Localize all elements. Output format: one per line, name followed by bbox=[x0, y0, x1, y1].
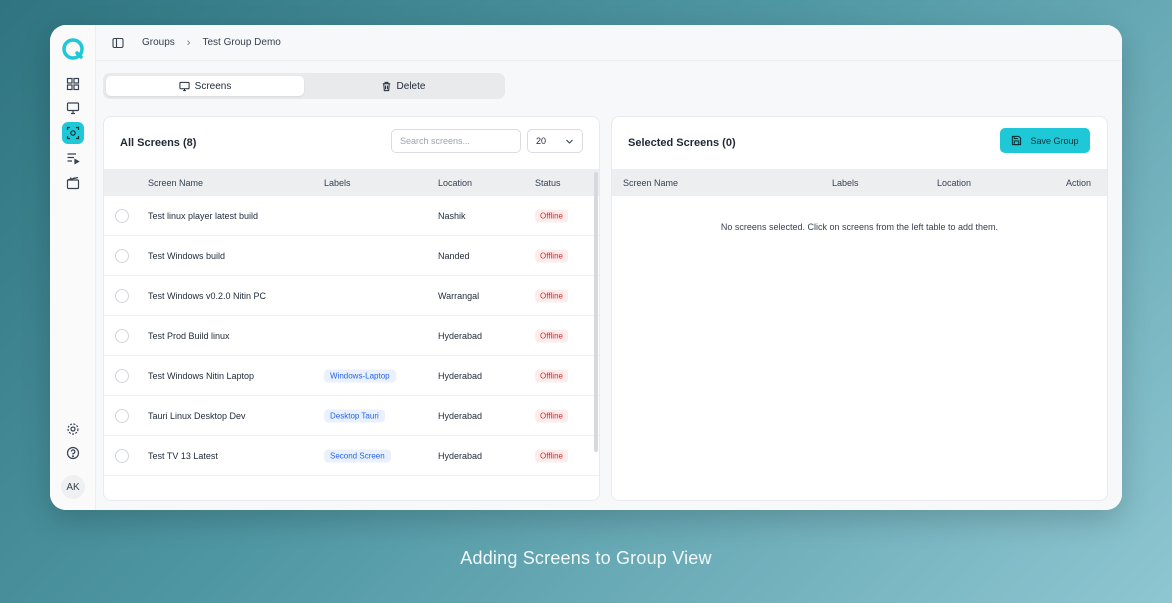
column-header-name[interactable]: Screen Name bbox=[148, 178, 203, 188]
screen-location: Nashik bbox=[438, 210, 466, 221]
all-screens-panel: All Screens (8) 20 Screen Name Labels Lo… bbox=[103, 116, 600, 501]
row-select-radio[interactable] bbox=[115, 288, 129, 303]
sidebar: AK bbox=[50, 25, 96, 510]
save-icon bbox=[1012, 135, 1022, 146]
screen-location: Hyderabad bbox=[438, 370, 483, 381]
search-input[interactable] bbox=[400, 136, 512, 146]
save-group-button[interactable]: Save Group bbox=[1000, 128, 1090, 153]
search-box bbox=[391, 129, 521, 153]
screen-name: Test Windows v0.2.0 Nitin PC bbox=[148, 290, 267, 301]
row-select-radio[interactable] bbox=[115, 208, 129, 223]
help-icon[interactable] bbox=[62, 442, 84, 464]
monitor-icon[interactable] bbox=[62, 97, 84, 119]
screen-name: Test TV 13 Latest bbox=[148, 450, 218, 461]
screen-name: Test linux player latest build bbox=[148, 210, 259, 221]
label-chip: Desktop Tauri bbox=[324, 409, 385, 422]
scrollbar[interactable] bbox=[594, 172, 598, 452]
screen-location: Warrangal bbox=[438, 290, 480, 301]
status-badge: Offline bbox=[535, 249, 568, 262]
column-header-labels: Labels bbox=[832, 177, 859, 188]
save-group-label: Save Group bbox=[1030, 135, 1079, 146]
breadcrumb-groups-link[interactable]: Groups bbox=[142, 37, 175, 48]
sidebar-toggle-icon[interactable] bbox=[112, 37, 124, 49]
media-icon[interactable] bbox=[62, 172, 84, 194]
settings-icon[interactable] bbox=[62, 418, 84, 440]
table-header: Screen Name Labels Location Status bbox=[104, 169, 599, 196]
table-row[interactable]: Test Windows build Nanded Offline bbox=[104, 236, 599, 276]
row-select-radio[interactable] bbox=[115, 368, 129, 383]
column-header-location[interactable]: Location bbox=[438, 178, 472, 188]
row-select-radio[interactable] bbox=[115, 448, 129, 463]
screen-location: Hyderabad bbox=[438, 410, 483, 421]
tab-screens[interactable]: Screens bbox=[106, 76, 304, 96]
table-row[interactable]: Test Prod Build linux Hyderabad Offline bbox=[104, 316, 599, 356]
column-header-labels[interactable]: Labels bbox=[324, 178, 351, 188]
status-badge: Offline bbox=[535, 209, 568, 222]
empty-state-message: No screens selected. Click on screens fr… bbox=[720, 222, 999, 232]
page-size-select[interactable]: 20 bbox=[527, 129, 583, 153]
table-row[interactable]: Test TV 13 Latest Second Screen Hyderaba… bbox=[104, 436, 599, 476]
status-badge: Offline bbox=[535, 369, 568, 382]
row-select-radio[interactable] bbox=[115, 408, 129, 423]
screen-name: Tauri Linux Desktop Dev bbox=[148, 410, 246, 421]
column-header-status[interactable]: Status bbox=[535, 178, 561, 188]
tab-bar: Screens Delete bbox=[103, 73, 505, 99]
table-row[interactable]: Test Windows v0.2.0 Nitin PC Warrangal O… bbox=[104, 276, 599, 316]
screen-location: Nanded bbox=[438, 250, 470, 261]
trash-icon bbox=[382, 81, 390, 91]
table-row[interactable]: Test linux player latest build Nashik Of… bbox=[104, 196, 599, 236]
status-badge: Offline bbox=[535, 409, 568, 422]
screen-name: Test Prod Build linux bbox=[148, 330, 230, 341]
breadcrumb: Groups › Test Group Demo bbox=[96, 25, 1122, 61]
table-row[interactable]: Tauri Linux Desktop Dev Desktop Tauri Hy… bbox=[104, 396, 599, 436]
panel-title: Selected Screens (0) bbox=[628, 137, 736, 149]
breadcrumb-current: Test Group Demo bbox=[202, 37, 281, 48]
app-logo[interactable] bbox=[61, 37, 85, 61]
tab-label: Screens bbox=[194, 80, 232, 92]
chevron-right-icon: › bbox=[186, 36, 191, 49]
screen-name: Test Windows Nitin Laptop bbox=[148, 370, 255, 381]
row-select-radio[interactable] bbox=[115, 248, 129, 263]
caption: Adding Screens to Group View bbox=[460, 548, 712, 568]
column-header-name: Screen Name bbox=[623, 177, 679, 188]
chevron-down-icon bbox=[566, 139, 573, 144]
row-select-radio[interactable] bbox=[115, 328, 129, 343]
monitor-icon bbox=[179, 81, 190, 91]
table-row[interactable]: Test Windows Nitin Laptop Windows-Laptop… bbox=[104, 356, 599, 396]
column-header-action: Action bbox=[1065, 177, 1091, 188]
app-window: AK Groups › Test Group Demo Screens Dele… bbox=[50, 25, 1122, 510]
status-badge: Offline bbox=[535, 289, 568, 302]
selected-screens-panel: Selected Screens (0) Save Group Screen N… bbox=[611, 116, 1108, 501]
column-header-location: Location bbox=[937, 177, 972, 188]
dashboard-icon[interactable] bbox=[62, 73, 84, 95]
status-badge: Offline bbox=[535, 329, 568, 342]
screen-location: Hyderabad bbox=[438, 330, 483, 341]
playlist-icon[interactable] bbox=[62, 147, 84, 169]
tab-label: Delete bbox=[396, 80, 426, 92]
page-size-value: 20 bbox=[536, 136, 547, 146]
tab-delete[interactable]: Delete bbox=[304, 76, 502, 96]
screens-table-body: Test linux player latest build Nashik Of… bbox=[104, 196, 599, 476]
status-badge: Offline bbox=[535, 449, 568, 462]
label-chip: Second Screen bbox=[324, 449, 391, 462]
label-chip: Windows-Laptop bbox=[324, 369, 396, 382]
avatar[interactable]: AK bbox=[61, 475, 85, 499]
screen-groups-icon[interactable] bbox=[62, 122, 84, 144]
table-header: Screen Name Labels Location Action bbox=[612, 169, 1107, 196]
main-content: Groups › Test Group Demo Screens Delete … bbox=[96, 25, 1122, 510]
screen-name: Test Windows build bbox=[148, 250, 226, 261]
screen-location: Hyderabad bbox=[438, 450, 483, 461]
panel-title: All Screens (8) bbox=[120, 137, 197, 149]
